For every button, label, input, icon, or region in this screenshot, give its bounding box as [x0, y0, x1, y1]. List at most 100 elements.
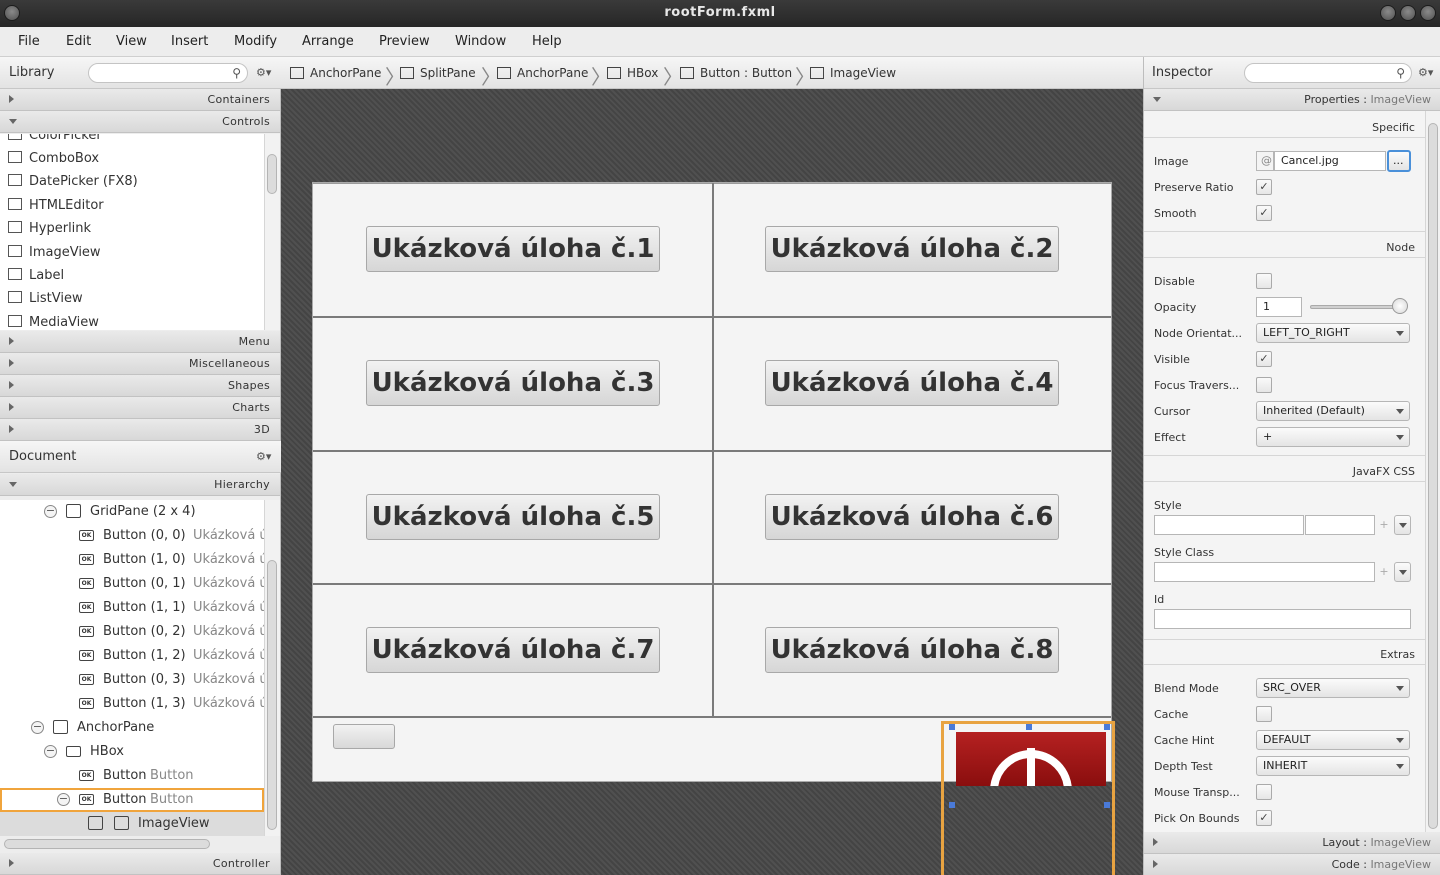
tree-row-button[interactable]: OK Button (0, 3) Ukázková ú	[0, 668, 264, 692]
maximize-button[interactable]	[1400, 5, 1416, 21]
resize-handle[interactable]	[949, 802, 955, 808]
resize-handle[interactable]	[1104, 724, 1110, 730]
close-button[interactable]	[1420, 5, 1436, 21]
inspector-search-input[interactable]: ⚲	[1244, 63, 1412, 83]
inspector-gear-icon[interactable]: ⚙▾	[1418, 66, 1433, 79]
section-properties[interactable]: Properties : ImageView	[1144, 89, 1440, 111]
opacity-field[interactable]: 1	[1256, 297, 1302, 317]
task-button-2[interactable]: Ukázková úloha č.2	[765, 226, 1059, 272]
library-item-datepicker[interactable]: DatePicker (FX8)	[8, 174, 138, 196]
menu-file[interactable]: File	[18, 34, 40, 49]
tree-row-anchorpane[interactable]: − AnchorPane	[0, 716, 264, 740]
library-search-input[interactable]: ⚲	[88, 63, 248, 83]
section-menu[interactable]: Menu	[0, 331, 280, 353]
preserve-ratio-checkbox[interactable]: ✓	[1256, 179, 1272, 195]
style-menu-button[interactable]	[1394, 515, 1411, 535]
opacity-slider[interactable]	[1310, 305, 1402, 309]
library-item-listview[interactable]: ListView	[8, 291, 83, 313]
task-button-3[interactable]: Ukázková úloha č.3	[366, 360, 660, 406]
library-scroll-thumb[interactable]	[267, 154, 277, 194]
breadcrumb-imageview[interactable]: ImageView	[810, 66, 896, 80]
tree-row-button-parent[interactable]: − OK Button Button	[0, 788, 264, 812]
section-shapes[interactable]: Shapes	[0, 375, 280, 397]
tree-row-imageview-selected[interactable]: ImageView	[0, 812, 264, 836]
menu-arrange[interactable]: Arrange	[302, 34, 354, 49]
pick-on-bounds-checkbox[interactable]: ✓	[1256, 810, 1272, 826]
menu-modify[interactable]: Modify	[234, 34, 277, 49]
tree-row-button[interactable]: OK Button (1, 0) Ukázková ú	[0, 548, 264, 572]
cancel-image[interactable]	[956, 732, 1106, 786]
breadcrumb-anchorpane-2[interactable]: AnchorPane	[497, 66, 588, 80]
node-orientation-combo[interactable]: LEFT_TO_RIGHT	[1256, 323, 1410, 343]
breadcrumb-button[interactable]: Button : Button	[680, 66, 792, 80]
library-gear-icon[interactable]: ⚙▾	[256, 66, 271, 79]
add-style-icon[interactable]: +	[1376, 515, 1392, 535]
task-button-6[interactable]: Ukázková úloha č.6	[765, 494, 1059, 540]
tree-row-hbox[interactable]: − HBox	[0, 740, 264, 764]
tree-row-button[interactable]: OK Button (1, 1) Ukázková ú	[0, 596, 264, 620]
hierarchy-horizontal-scroll-thumb[interactable]	[4, 839, 210, 849]
menu-help[interactable]: Help	[532, 34, 562, 49]
section-controls[interactable]: Controls	[0, 111, 280, 133]
menu-preview[interactable]: Preview	[379, 34, 430, 49]
hierarchy-scroll-thumb[interactable]	[267, 560, 277, 830]
library-item-combobox[interactable]: ComboBox	[8, 151, 99, 173]
section-containers[interactable]: Containers	[0, 89, 280, 111]
focus-traversable-checkbox[interactable]	[1256, 377, 1272, 393]
inspector-scroll-thumb[interactable]	[1428, 123, 1438, 829]
breadcrumb-hbox[interactable]: HBox	[607, 66, 658, 80]
opacity-slider-thumb[interactable]	[1392, 298, 1408, 314]
resize-handle[interactable]	[1026, 724, 1032, 730]
tree-row-button[interactable]: OK Button (1, 2) Ukázková ú	[0, 644, 264, 668]
section-charts[interactable]: Charts	[0, 397, 280, 419]
collapse-icon[interactable]: −	[57, 793, 70, 806]
style-class-menu-button[interactable]	[1394, 562, 1411, 582]
tree-row-gridpane[interactable]: − GridPane (2 x 4)	[0, 500, 264, 524]
menu-insert[interactable]: Insert	[171, 34, 208, 49]
task-button-5[interactable]: Ukázková úloha č.5	[366, 494, 660, 540]
library-item-mediaview[interactable]: MediaView	[8, 315, 99, 330]
tree-row-button[interactable]: OK Button (1, 3) Ukázková ú	[0, 692, 264, 716]
collapse-icon[interactable]: −	[31, 721, 44, 734]
library-item-colorpicker[interactable]: ColorPicker	[8, 134, 102, 150]
library-item-hyperlink[interactable]: Hyperlink	[8, 221, 91, 243]
tree-row-button[interactable]: OK Button (0, 0) Ukázková ú	[0, 524, 264, 548]
style-class-field[interactable]	[1154, 562, 1375, 582]
mouse-transparent-checkbox[interactable]	[1256, 784, 1272, 800]
style-value-field[interactable]	[1305, 515, 1375, 535]
section-3d[interactable]: 3D	[0, 419, 280, 441]
smooth-checkbox[interactable]: ✓	[1256, 205, 1272, 221]
tree-row-button[interactable]: OK Button (0, 1) Ukázková ú	[0, 572, 264, 596]
browse-image-button[interactable]: ...	[1387, 150, 1411, 172]
task-button-8[interactable]: Ukázková úloha č.8	[765, 627, 1059, 673]
tree-row-button[interactable]: OK Button (0, 2) Ukázková ú	[0, 620, 264, 644]
cursor-combo[interactable]: Inherited (Default)	[1256, 401, 1410, 421]
design-canvas[interactable]: Ukázková úloha č.1 Ukázková úloha č.2 Uk…	[281, 89, 1143, 875]
library-item-label[interactable]: Label	[8, 268, 64, 290]
effect-combo[interactable]: +	[1256, 427, 1410, 447]
image-field[interactable]: Cancel.jpg	[1274, 151, 1386, 171]
collapse-icon[interactable]: −	[44, 505, 57, 518]
hierarchy-scrollbar[interactable]	[264, 500, 280, 836]
resize-handle[interactable]	[1104, 802, 1110, 808]
menu-edit[interactable]: Edit	[66, 34, 91, 49]
style-property-field[interactable]	[1154, 515, 1304, 535]
section-layout[interactable]: Layout : ImageView	[1144, 832, 1440, 854]
library-item-imageview[interactable]: ImageView	[8, 245, 101, 267]
collapse-icon[interactable]: −	[44, 745, 57, 758]
tree-row-button[interactable]: OK Button Button	[0, 764, 264, 788]
section-code[interactable]: Code : ImageView	[1144, 854, 1440, 875]
task-button-4[interactable]: Ukázková úloha č.4	[765, 360, 1059, 406]
blend-mode-combo[interactable]: SRC_OVER	[1256, 678, 1410, 698]
task-button-1[interactable]: Ukázková úloha č.1	[366, 226, 660, 272]
breadcrumb-anchorpane[interactable]: AnchorPane	[290, 66, 381, 80]
menu-window[interactable]: Window	[455, 34, 506, 49]
library-item-htmleditor[interactable]: HTMLEditor	[8, 198, 104, 220]
menu-view[interactable]: View	[116, 34, 147, 49]
empty-button[interactable]	[333, 724, 395, 749]
cache-hint-combo[interactable]: DEFAULT	[1256, 730, 1410, 750]
imageview-selection-outline[interactable]	[941, 721, 1115, 875]
minimize-button[interactable]	[1380, 5, 1396, 21]
visible-checkbox[interactable]: ✓	[1256, 351, 1272, 367]
section-hierarchy[interactable]: Hierarchy	[0, 474, 280, 496]
